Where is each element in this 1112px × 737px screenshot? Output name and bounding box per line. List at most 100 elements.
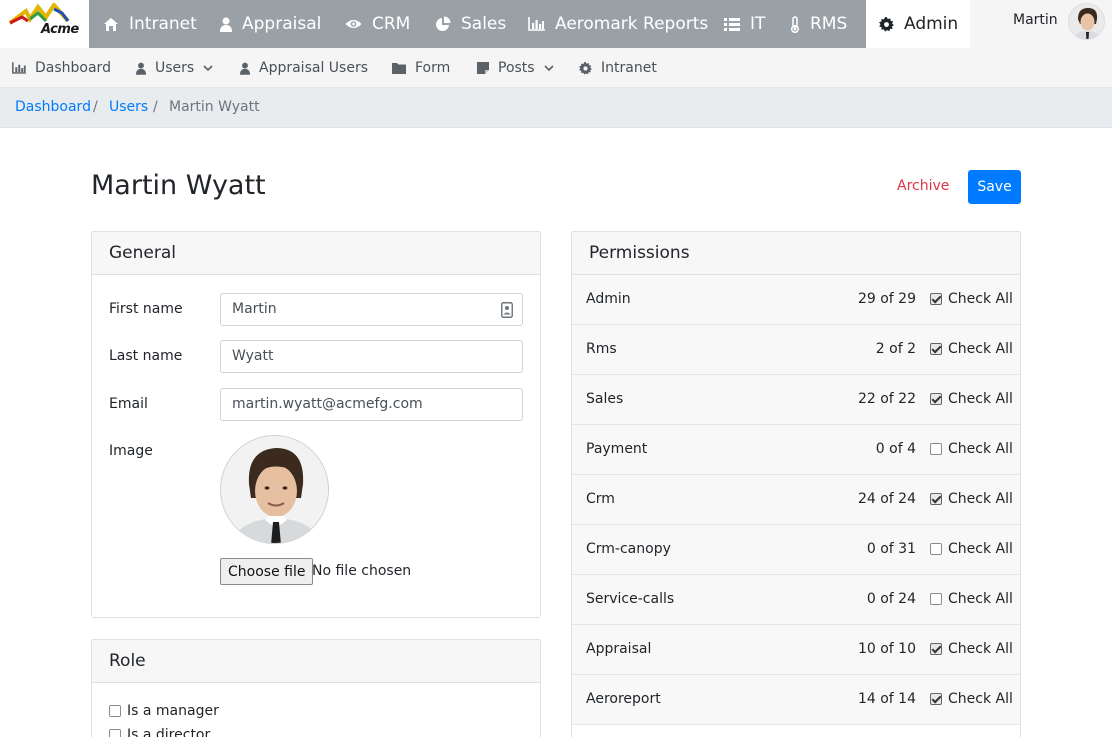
subnav-appraisal-users[interactable]: Appraisal Users <box>240 48 368 88</box>
nav-admin[interactable]: Admin <box>866 0 970 48</box>
permission-name: Service-calls <box>586 591 675 607</box>
note-icon <box>477 62 489 74</box>
gear-icon <box>579 61 592 75</box>
nav-appraisal[interactable]: Appraisal <box>220 0 321 48</box>
gear-icon <box>879 16 894 32</box>
permission-count: 0 of 24 <box>866 591 916 607</box>
check-all-toggle[interactable]: Check All <box>930 291 1013 307</box>
nav-it[interactable]: IT <box>724 0 765 48</box>
subnav-posts-label: Posts <box>498 60 535 76</box>
choose-file-button[interactable]: Choose file <box>220 558 314 585</box>
user-icon <box>136 62 146 75</box>
permission-name: Admin <box>586 291 631 307</box>
nav-sales[interactable]: Sales <box>435 0 506 48</box>
role-card-title: Role <box>109 651 146 671</box>
permission-name: Crm-canopy <box>586 541 671 557</box>
last-name-field[interactable]: Wyatt <box>220 340 523 373</box>
check-all-checkbox[interactable] <box>930 593 942 605</box>
thermometer-icon <box>790 15 800 33</box>
first-name-value: Martin <box>232 301 277 317</box>
permission-name: Payment <box>586 441 648 457</box>
nav-rms[interactable]: RMS <box>790 0 847 48</box>
subnav-users[interactable]: Users <box>136 48 213 88</box>
breadcrumb-users[interactable]: Users <box>109 99 148 115</box>
page-title: Martin Wyatt <box>91 170 266 201</box>
breadcrumb-dashboard[interactable]: Dashboard <box>15 99 91 115</box>
first-name-label: First name <box>109 301 183 317</box>
permission-row: Appraisal 10 of 10 Check All <box>572 625 1020 675</box>
first-name-field[interactable]: Martin <box>220 293 523 326</box>
role-card-header: Role <box>92 640 540 683</box>
check-all-checkbox[interactable] <box>930 693 942 705</box>
permission-row: Service-calls 0 of 24 Check All <box>572 575 1020 625</box>
profile-image <box>220 435 329 544</box>
permission-row: Crm-canopy 0 of 31 Check All <box>572 525 1020 575</box>
nav-rms-label: RMS <box>810 14 848 34</box>
role-option-manager-label: Is a manager <box>127 703 219 719</box>
nav-intranet[interactable]: Intranet <box>103 0 197 48</box>
manager-checkbox[interactable] <box>109 705 121 717</box>
home-icon <box>104 17 118 31</box>
check-all-checkbox[interactable] <box>930 393 942 405</box>
director-checkbox[interactable] <box>109 729 121 737</box>
profile-photo <box>221 436 328 543</box>
check-all-checkbox[interactable] <box>930 293 942 305</box>
check-all-label: Check All <box>948 541 1013 557</box>
sub-navbar: Dashboard Users Appraisal Users Form Pos… <box>0 48 1112 88</box>
check-all-checkbox[interactable] <box>930 443 942 455</box>
check-all-toggle[interactable]: Check All <box>930 391 1013 407</box>
check-all-toggle[interactable]: Check All <box>930 341 1013 357</box>
image-label: Image <box>109 443 153 459</box>
check-all-checkbox[interactable] <box>930 543 942 555</box>
chevron-down-icon <box>544 65 554 71</box>
archive-link[interactable]: Archive <box>897 178 949 194</box>
subnav-form[interactable]: Form <box>392 48 450 88</box>
eye-icon <box>345 20 362 28</box>
permission-count: 24 of 24 <box>857 491 916 507</box>
permission-count: 10 of 10 <box>857 641 916 657</box>
check-all-toggle[interactable]: Check All <box>930 541 1013 557</box>
check-all-label: Check All <box>948 691 1013 707</box>
subnav-posts[interactable]: Posts <box>477 48 554 88</box>
role-option-manager[interactable]: Is a manager <box>109 703 219 719</box>
role-card: Role <box>91 639 541 737</box>
role-option-director[interactable]: Is a director <box>109 727 210 737</box>
permission-count: 0 of 31 <box>866 541 916 557</box>
nav-crm-label: CRM <box>372 14 411 34</box>
subnav-intranet[interactable]: Intranet <box>579 48 657 88</box>
user-icon <box>220 17 232 32</box>
check-all-toggle[interactable]: Check All <box>930 591 1013 607</box>
email-label: Email <box>109 396 148 412</box>
check-all-checkbox[interactable] <box>930 643 942 655</box>
brand-logo[interactable]: Acme <box>0 0 89 48</box>
nav-intranet-label: Intranet <box>129 14 197 34</box>
check-all-checkbox[interactable] <box>930 493 942 505</box>
nav-admin-label: Admin <box>904 14 959 34</box>
check-all-toggle[interactable]: Check All <box>930 491 1013 507</box>
user-menu-name[interactable]: Martin <box>1013 12 1058 28</box>
list-icon <box>724 17 740 31</box>
permission-count: 2 of 2 <box>875 341 916 357</box>
user-icon <box>240 62 250 75</box>
brand-name: Acme <box>41 22 79 37</box>
permission-name: Appraisal <box>586 641 652 657</box>
permissions-card-header: Permissions <box>572 232 1020 275</box>
email-field[interactable]: martin.wyatt@acmefg.com <box>220 388 523 421</box>
check-all-toggle[interactable]: Check All <box>930 641 1013 657</box>
check-all-toggle[interactable]: Check All <box>930 441 1013 457</box>
check-all-toggle[interactable]: Check All <box>930 691 1013 707</box>
nav-aeromark-reports[interactable]: Aeromark Reports <box>528 0 708 48</box>
nav-aeromark-reports-label: Aeromark Reports <box>555 14 709 34</box>
check-all-checkbox[interactable] <box>930 343 942 355</box>
nav-crm[interactable]: CRM <box>345 0 410 48</box>
contact-card-icon[interactable] <box>501 302 513 318</box>
avatar[interactable] <box>1068 3 1105 40</box>
chevron-down-icon <box>203 65 213 71</box>
save-button[interactable]: Save <box>968 170 1021 204</box>
permission-count: 14 of 14 <box>857 691 916 707</box>
breadcrumb: Dashboard / Users / Martin Wyatt <box>0 88 1112 128</box>
general-card: General <box>91 231 541 618</box>
nav-sales-label: Sales <box>461 14 507 34</box>
subnav-dashboard[interactable]: Dashboard <box>12 48 111 88</box>
pie-chart-icon <box>436 16 451 31</box>
